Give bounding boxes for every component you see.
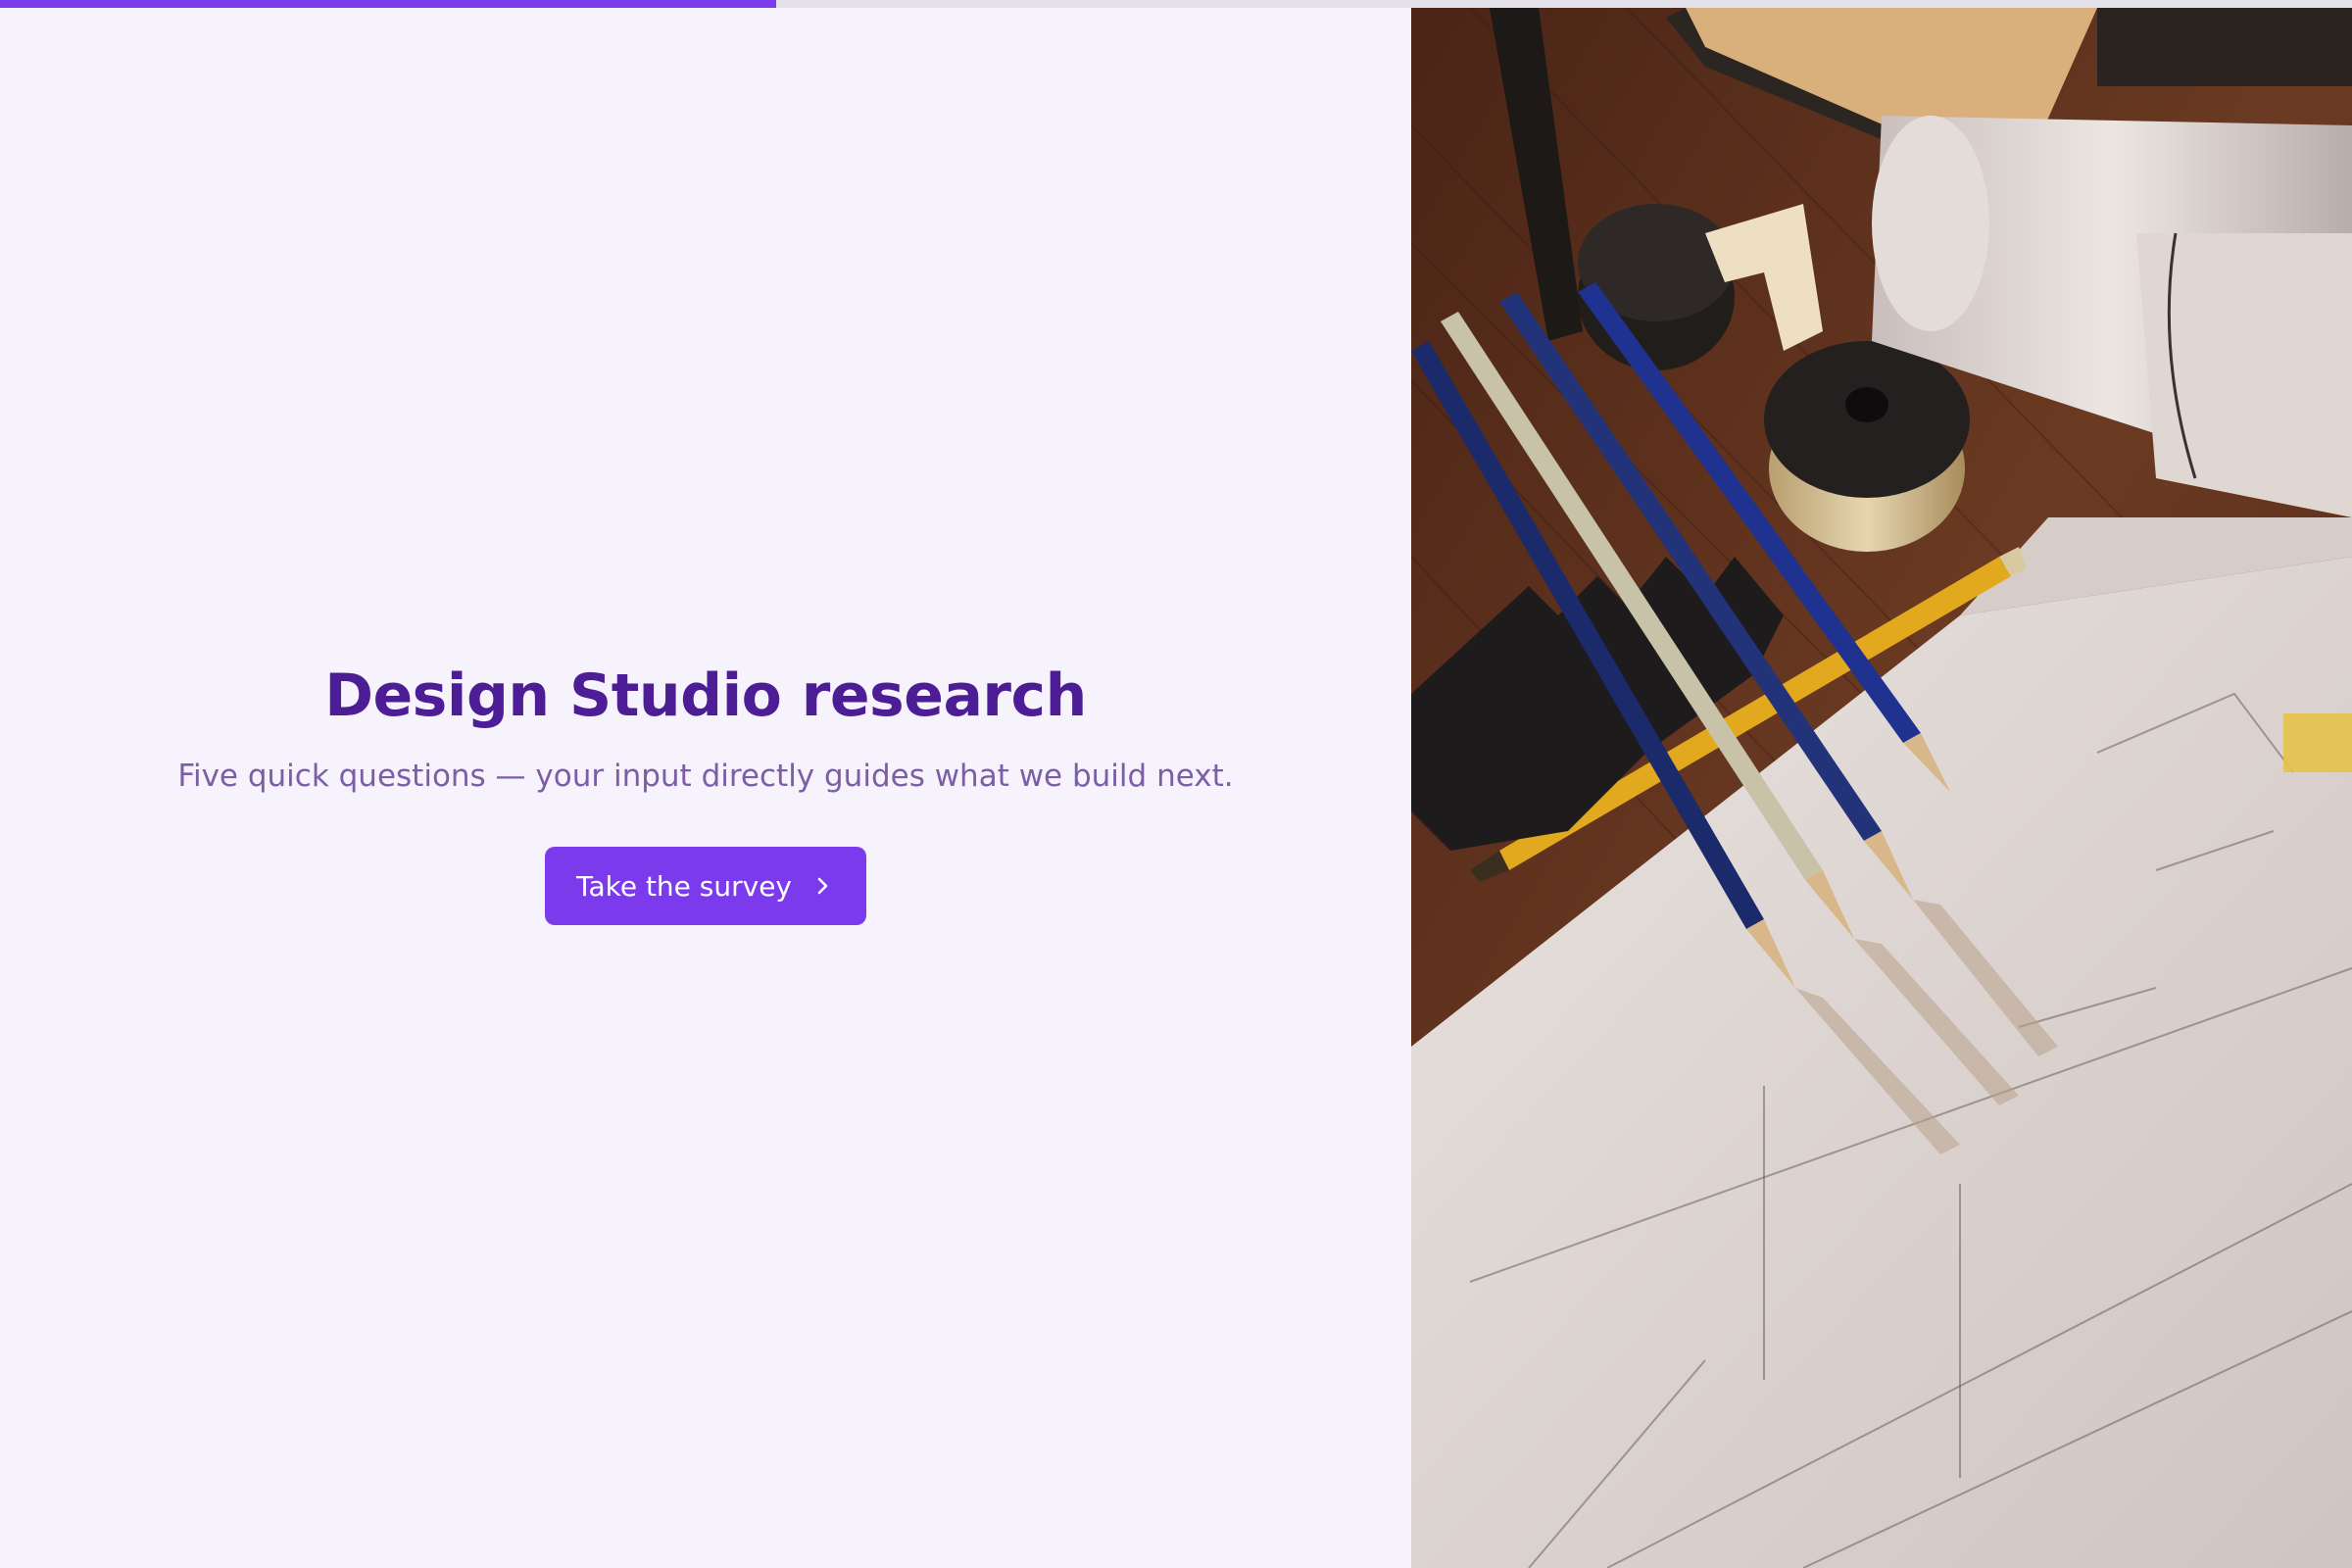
progress-bar (0, 0, 2352, 8)
intro-panel: Design Studio research Five quick questi… (0, 8, 1411, 1568)
take-survey-button[interactable]: Take the survey (544, 847, 867, 925)
progress-bar-fill (0, 0, 776, 8)
hero-section: Design Studio research Five quick questi… (0, 655, 1411, 925)
photo-of-drafting-tools-and-blueprints (1411, 8, 2352, 1568)
page-subtitle: Five quick questions — your input direct… (177, 759, 1234, 794)
chevron-right-icon (811, 875, 833, 897)
side-photo (1411, 8, 2352, 1568)
page-title: Design Studio research (324, 662, 1087, 730)
take-survey-button-label: Take the survey (575, 869, 793, 903)
